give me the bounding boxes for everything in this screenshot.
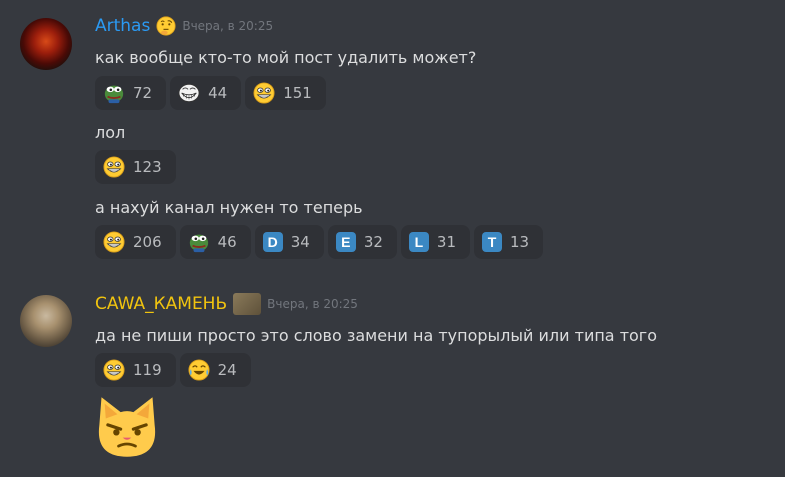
regional-indicator-t-icon: T bbox=[482, 232, 503, 252]
reaction-grinning[interactable]: 123 bbox=[95, 150, 176, 184]
grinning-face-icon bbox=[103, 156, 125, 178]
reaction-bar: 119 24 bbox=[95, 353, 251, 387]
avatar[interactable] bbox=[20, 18, 72, 70]
reaction-trollface[interactable]: 44 bbox=[170, 76, 242, 110]
grinning-face-icon bbox=[103, 231, 125, 253]
smirk-cat-icon bbox=[93, 393, 161, 461]
reaction-grinning[interactable]: 206 bbox=[95, 225, 176, 259]
reaction-bar: 206 46 D 34 E 32 L 31 T 13 bbox=[95, 225, 544, 259]
reaction-bar: 72 44 151 bbox=[95, 76, 326, 110]
reaction-count: 72 bbox=[133, 84, 153, 102]
message-text: как вообще кто-то мой пост удалить может… bbox=[95, 48, 477, 67]
regional-indicator-d-icon: D bbox=[262, 232, 283, 252]
reaction-letter-l[interactable]: L 31 bbox=[400, 225, 471, 259]
message-text: да не пиши просто это слово замени на ту… bbox=[95, 326, 657, 345]
avatar[interactable] bbox=[20, 295, 72, 347]
grinning-face-icon bbox=[103, 359, 125, 381]
reaction-count: 119 bbox=[133, 361, 162, 379]
reaction-count: 31 bbox=[436, 233, 457, 251]
reaction-count: 123 bbox=[133, 158, 162, 176]
thinking-face-icon bbox=[156, 16, 176, 36]
reaction-letter-t[interactable]: T 13 bbox=[474, 225, 544, 259]
message-header: CAWA_КАМЕНЬ Вчера, в 20:25 bbox=[95, 292, 358, 316]
reaction-count: 151 bbox=[283, 84, 312, 102]
reaction-pepe[interactable]: 46 bbox=[179, 225, 251, 259]
timestamp: Вчера, в 20:25 bbox=[267, 297, 358, 311]
reaction-grinning[interactable]: 151 bbox=[245, 76, 326, 110]
pepe-icon bbox=[188, 231, 210, 253]
joy-face-icon bbox=[188, 359, 210, 381]
trollface-icon bbox=[178, 82, 200, 104]
timestamp: Вчера, в 20:25 bbox=[182, 19, 274, 33]
username[interactable]: CAWA_КАМЕНЬ bbox=[95, 294, 227, 314]
grinning-face-icon bbox=[253, 82, 275, 104]
regional-indicator-e-icon: E bbox=[335, 232, 356, 252]
reaction-joy[interactable]: 24 bbox=[179, 353, 251, 387]
reaction-grinning[interactable]: 119 bbox=[95, 353, 176, 387]
reaction-count: 32 bbox=[363, 233, 383, 251]
reaction-count: 13 bbox=[510, 233, 530, 251]
username[interactable]: Arthas bbox=[95, 16, 150, 36]
username-badge-icon bbox=[233, 293, 262, 315]
reaction-count: 34 bbox=[290, 233, 310, 251]
reaction-letter-e[interactable]: E 32 bbox=[327, 225, 397, 259]
message-header: Arthas Вчера, в 20:25 bbox=[95, 14, 273, 38]
message-text: лол bbox=[95, 123, 126, 142]
reaction-bar: 123 bbox=[95, 150, 176, 184]
message-text: а нахуй канал нужен то теперь bbox=[95, 198, 363, 217]
reaction-count: 46 bbox=[217, 233, 237, 251]
regional-indicator-l-icon: L bbox=[408, 232, 429, 252]
reaction-pepe[interactable]: 72 bbox=[95, 76, 167, 110]
pepe-icon bbox=[103, 82, 125, 104]
reaction-count: 24 bbox=[217, 361, 237, 379]
reaction-count: 206 bbox=[133, 233, 162, 251]
reaction-count: 44 bbox=[208, 84, 228, 102]
reaction-letter-d[interactable]: D 34 bbox=[254, 225, 324, 259]
